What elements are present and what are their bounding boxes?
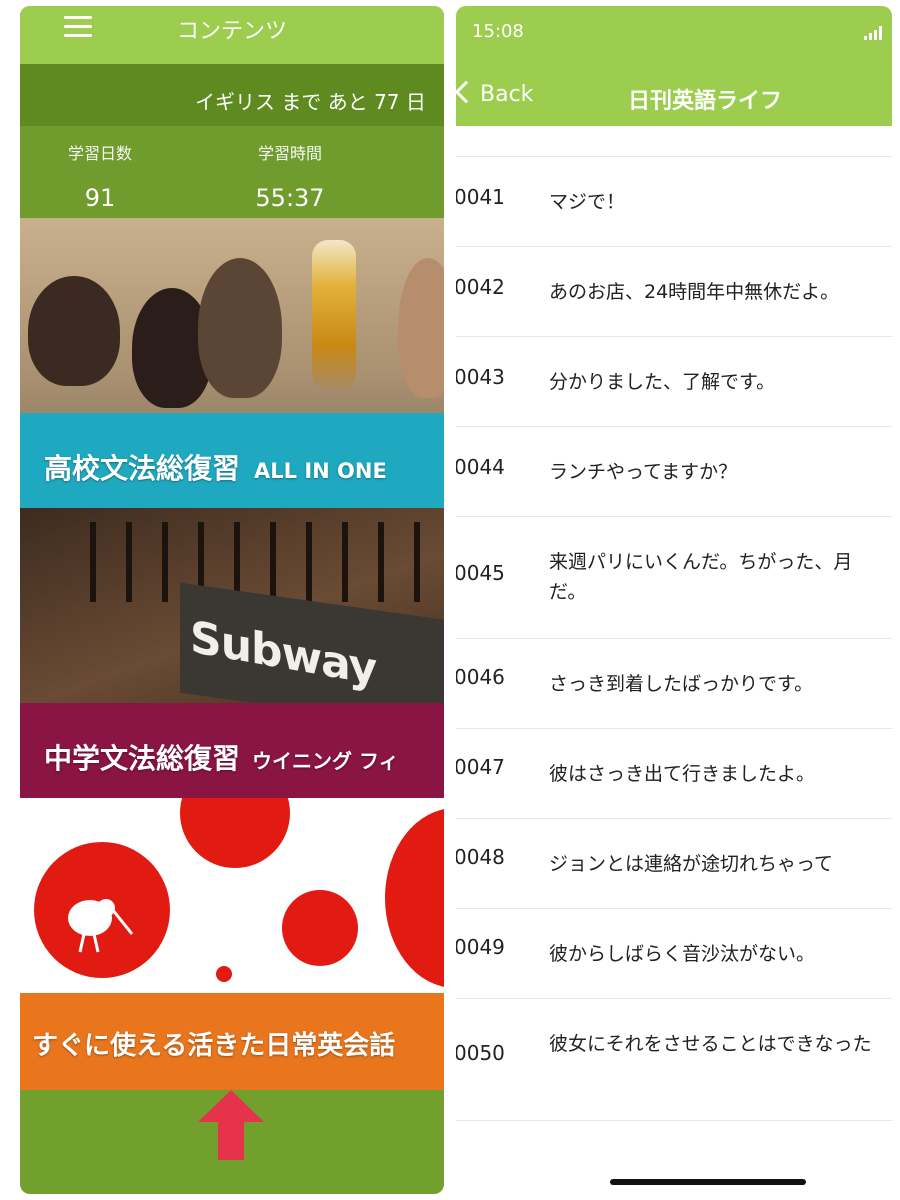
course-banner-daily-conversation[interactable]: すぐに使える活きた日常英会話 <box>20 798 444 1090</box>
course-caption: 高校文法総復習 ALL IN ONE <box>20 413 444 508</box>
item-number: 0047 <box>456 755 505 779</box>
photo-person <box>398 258 444 398</box>
item-number: 0041 <box>456 185 505 209</box>
home-indicator <box>610 1179 806 1185</box>
list-item[interactable]: 0046 さっき到着したばっかりです。 <box>456 639 892 729</box>
red-dot <box>180 798 290 868</box>
stat-label: 学習時間 <box>257 144 322 163</box>
course-subtitle: ALL IN ONE <box>254 459 387 483</box>
list-item[interactable]: 0042 あのお店、24時間年中無休だよ。 <box>456 247 892 337</box>
nav-bar: 15:08 Back 日刊英語ライフ <box>456 6 892 126</box>
item-text: 分かりました、了解です。 <box>549 371 776 393</box>
item-text: 彼女にそれをさせることはできなった <box>549 1033 872 1055</box>
countdown-marquee: イギリス まで あと 77 日 <box>20 64 444 126</box>
red-dot <box>282 890 358 966</box>
course-banner-high-school[interactable]: 高校文法総復習 ALL IN ONE <box>20 218 444 508</box>
right-screen: 15:08 Back 日刊英語ライフ 0041 マジで！ 0042 あのお店、2… <box>456 6 892 1194</box>
status-time: 15:08 <box>472 21 524 42</box>
photo-person <box>198 258 282 398</box>
course-caption: すぐに使える活きた日常英会話 <box>20 993 444 1090</box>
course-title: すぐに使える活きた日常英会話 <box>32 1031 396 1061</box>
course-subtitle: ウイニング フィ <box>252 749 399 773</box>
item-number: 0046 <box>456 665 505 689</box>
item-text: さっき到着したばっかりです。 <box>549 673 814 695</box>
up-arrow-icon <box>198 1090 264 1160</box>
red-dot <box>216 966 232 982</box>
item-number: 0048 <box>456 845 505 869</box>
photo-person <box>28 276 120 386</box>
item-number: 0044 <box>456 455 505 479</box>
item-number: 0042 <box>456 275 505 299</box>
list-item[interactable]: 0048 ジョンとは連絡が途切れちゃって <box>456 819 892 909</box>
item-text: ランチやってますか？ <box>549 461 738 483</box>
list-item[interactable]: 0044 ランチやってますか？ <box>456 427 892 517</box>
stat-time: 学習時間 55:37 <box>210 140 370 212</box>
list-item[interactable]: 0045 来週パリにいくんだ。ちがった、月だ。 <box>456 517 892 639</box>
study-stats: 学習日数 91 学習時間 55:37 <box>20 126 444 218</box>
iron-railing <box>90 522 444 602</box>
stat-value: 91 <box>84 184 116 212</box>
course-title: 中学文法総復習 <box>44 742 241 775</box>
course-banner-junior-high[interactable]: Subway 中学文法総復習 ウイニング フィ <box>20 508 444 798</box>
stat-label: 学習日数 <box>67 144 132 163</box>
item-number: 0050 <box>456 1041 505 1065</box>
item-text: ジョンとは連絡が途切れちゃって <box>549 853 834 875</box>
signal-icon <box>864 26 886 40</box>
page-title: 日刊英語ライフ <box>627 89 782 114</box>
header-title: コンテンツ <box>176 19 287 44</box>
left-header: コンテンツ <box>20 6 444 64</box>
list-item[interactable]: 0041 マジで！ <box>456 157 892 247</box>
red-dot <box>385 808 444 988</box>
item-text: 彼からしばらく音沙汰がない。 <box>549 943 816 965</box>
left-screen: コンテンツ イギリス まで あと 77 日 学習日数 91 学習時間 55:37… <box>20 6 444 1194</box>
item-text: 来週パリにいくんだ。ちがった、月だ。 <box>549 551 853 603</box>
list-item[interactable]: 0049 彼からしばらく音沙汰がない。 <box>456 909 892 999</box>
phrase-list: 0041 マジで！ 0042 あのお店、24時間年中無休だよ。 0043 分かり… <box>456 156 892 1121</box>
item-number: 0049 <box>456 935 505 959</box>
item-number: 0045 <box>456 561 505 585</box>
stat-value: 55:37 <box>255 184 325 212</box>
kiwi-bird-icon <box>68 899 134 953</box>
course-caption: 中学文法総復習 ウイニング フィ <box>20 703 444 798</box>
stat-days: 学習日数 91 <box>20 140 180 212</box>
item-text: マジで！ <box>549 191 626 213</box>
list-item[interactable]: 0047 彼はさっき出て行きましたよ。 <box>456 729 892 819</box>
item-text: 彼はさっき出て行きましたよ。 <box>549 763 816 785</box>
course-title: 高校文法総復習 <box>44 452 241 485</box>
beer-tower <box>312 240 356 390</box>
item-number: 0043 <box>456 365 505 389</box>
list-item[interactable]: 0043 分かりました、了解です。 <box>456 337 892 427</box>
list-item[interactable]: 0050 彼女にそれをさせることはできなった <box>456 999 892 1121</box>
item-text: あのお店、24時間年中無休だよ。 <box>549 281 840 303</box>
